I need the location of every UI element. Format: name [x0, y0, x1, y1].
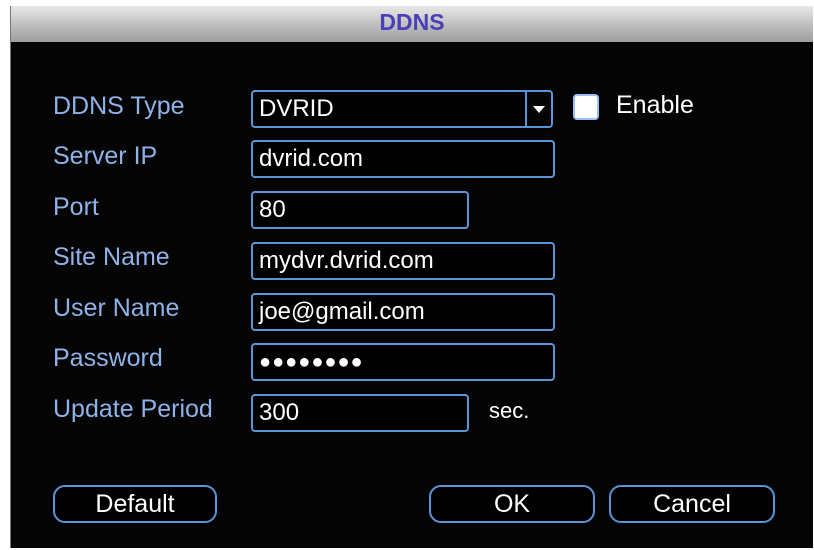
chevron-down-icon	[533, 106, 545, 113]
enable-label: Enable	[616, 91, 694, 119]
update-period-unit: sec.	[489, 398, 530, 423]
ok-button[interactable]: OK	[429, 485, 595, 523]
ddns-type-label: DDNS Type	[53, 92, 185, 120]
password-label: Password	[53, 344, 163, 372]
password-field[interactable]: ●●●●●●●●	[251, 343, 555, 381]
update-period-label: Update Period	[53, 395, 213, 423]
ddns-type-select[interactable]: DVRID	[251, 90, 553, 128]
server-ip-label: Server IP	[53, 142, 158, 170]
ddns-dialog: DDNS DDNS Type DVRID Enable Server IP dv…	[10, 6, 813, 548]
user-name-label: User Name	[53, 294, 180, 322]
port-field[interactable]: 80	[251, 191, 469, 229]
dropdown-arrow[interactable]	[525, 92, 551, 126]
title-bar[interactable]: DDNS	[11, 6, 813, 42]
ddns-type-value: DVRID	[259, 95, 334, 122]
server-ip-field[interactable]: dvrid.com	[251, 140, 555, 178]
cancel-button[interactable]: Cancel	[609, 485, 775, 523]
site-name-field[interactable]: mydvr.dvrid.com	[251, 242, 555, 280]
enable-checkbox[interactable]	[573, 94, 599, 120]
default-button[interactable]: Default	[53, 485, 217, 523]
user-name-field[interactable]: joe@gmail.com	[251, 293, 555, 331]
dialog-title: DDNS	[379, 9, 445, 35]
port-label: Port	[53, 193, 99, 221]
site-name-label: Site Name	[53, 243, 170, 271]
update-period-field[interactable]: 300	[251, 394, 469, 432]
